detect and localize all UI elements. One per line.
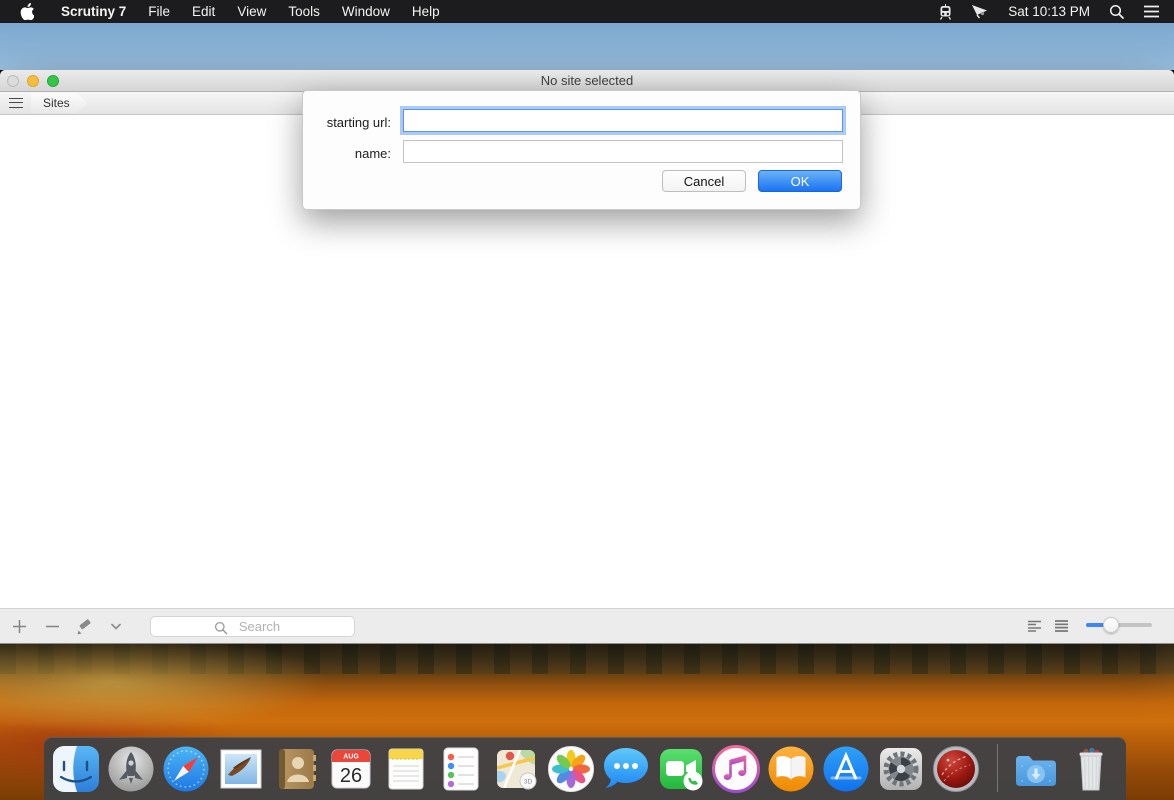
starting-url-field[interactable] bbox=[403, 109, 843, 132]
dock-item-app-store[interactable] bbox=[820, 743, 872, 795]
close-button[interactable] bbox=[7, 75, 19, 87]
svg-text:26: 26 bbox=[340, 765, 362, 787]
notification-center-icon[interactable] bbox=[1134, 0, 1174, 23]
menu-bar: Scrutiny 7 File Edit View Tools Window H… bbox=[0, 0, 1174, 23]
menu-view[interactable]: View bbox=[226, 4, 277, 19]
menu-edit[interactable]: Edit bbox=[181, 4, 226, 19]
edit-pencil-icon[interactable] bbox=[72, 609, 96, 643]
dock-item-facetime[interactable] bbox=[655, 743, 707, 795]
chevron-down-icon[interactable] bbox=[106, 609, 126, 643]
dock-item-mail[interactable] bbox=[215, 743, 267, 795]
dock-item-maps[interactable]: 3D bbox=[490, 743, 542, 795]
desktop-wallpaper-sky bbox=[0, 23, 1174, 70]
zoom-button[interactable] bbox=[47, 75, 59, 87]
dock-item-downloads[interactable] bbox=[1010, 743, 1062, 795]
dock-item-system-preferences[interactable] bbox=[875, 743, 927, 795]
dock-item-scrutiny[interactable] bbox=[930, 743, 982, 795]
dock-item-itunes[interactable] bbox=[710, 743, 762, 795]
dock-item-ibooks[interactable] bbox=[765, 743, 817, 795]
menu-bar-left: Scrutiny 7 File Edit View Tools Window H… bbox=[0, 0, 451, 23]
dock-item-photos[interactable] bbox=[545, 743, 597, 795]
bottom-toolbar bbox=[0, 608, 1174, 644]
svg-text:AUG: AUG bbox=[343, 754, 359, 761]
window-title: No site selected bbox=[0, 70, 1174, 91]
add-button[interactable] bbox=[8, 609, 30, 643]
dock-item-reminders[interactable] bbox=[435, 743, 487, 795]
dock-item-calendar[interactable]: AUG 26 bbox=[325, 743, 377, 795]
dock-item-trash[interactable] bbox=[1065, 743, 1117, 795]
menu-bar-clock[interactable]: Sat 10:13 PM bbox=[998, 4, 1100, 19]
search-input[interactable] bbox=[151, 617, 354, 636]
apple-menu-icon[interactable] bbox=[0, 0, 50, 23]
menu-tools[interactable]: Tools bbox=[277, 4, 331, 19]
dock-item-launchpad[interactable] bbox=[105, 743, 157, 795]
active-app-menu[interactable]: Scrutiny 7 bbox=[50, 4, 137, 19]
minimize-button[interactable] bbox=[27, 75, 39, 87]
dock-item-messages[interactable] bbox=[600, 743, 652, 795]
menu-file[interactable]: File bbox=[137, 4, 181, 19]
ok-button[interactable]: OK bbox=[758, 170, 842, 192]
glider-menu-extra-icon[interactable] bbox=[962, 0, 998, 23]
spotlight-search-icon[interactable] bbox=[1100, 0, 1134, 23]
window-titlebar[interactable]: No site selected bbox=[0, 70, 1174, 92]
dock-item-safari[interactable] bbox=[160, 743, 212, 795]
new-site-dialog: starting url: name: Cancel OK bbox=[302, 90, 861, 210]
name-field[interactable] bbox=[403, 140, 843, 163]
remove-button[interactable] bbox=[41, 609, 63, 643]
menu-help[interactable]: Help bbox=[401, 4, 451, 19]
menu-window[interactable]: Window bbox=[331, 4, 401, 19]
traffic-lights bbox=[7, 75, 59, 87]
train-menu-extra-icon[interactable] bbox=[929, 0, 962, 23]
icon-size-slider[interactable] bbox=[1086, 623, 1152, 627]
dock-divider bbox=[997, 744, 998, 792]
slider-knob[interactable] bbox=[1103, 617, 1119, 633]
svg-text:3D: 3D bbox=[524, 779, 533, 786]
dock: AUG 26 bbox=[44, 737, 1126, 800]
dock-item-finder[interactable] bbox=[50, 743, 102, 795]
starting-url-label: starting url: bbox=[303, 115, 391, 130]
sidebar-toggle-icon[interactable] bbox=[9, 98, 23, 108]
starting-url-input[interactable] bbox=[404, 110, 842, 131]
menu-bar-status-area: Sat 10:13 PM bbox=[929, 0, 1174, 23]
breadcrumb-sites[interactable]: Sites bbox=[31, 93, 88, 113]
row-height-large-icon[interactable] bbox=[1051, 609, 1071, 643]
dock-item-notes[interactable] bbox=[380, 743, 432, 795]
name-input[interactable] bbox=[404, 141, 842, 162]
desktop-screen: Scrutiny 7 File Edit View Tools Window H… bbox=[0, 0, 1174, 800]
dock-item-contacts[interactable] bbox=[270, 743, 322, 795]
search-field[interactable] bbox=[150, 616, 355, 637]
cancel-button[interactable]: Cancel bbox=[662, 170, 746, 192]
row-height-small-icon[interactable] bbox=[1024, 609, 1044, 643]
name-label: name: bbox=[303, 146, 391, 161]
